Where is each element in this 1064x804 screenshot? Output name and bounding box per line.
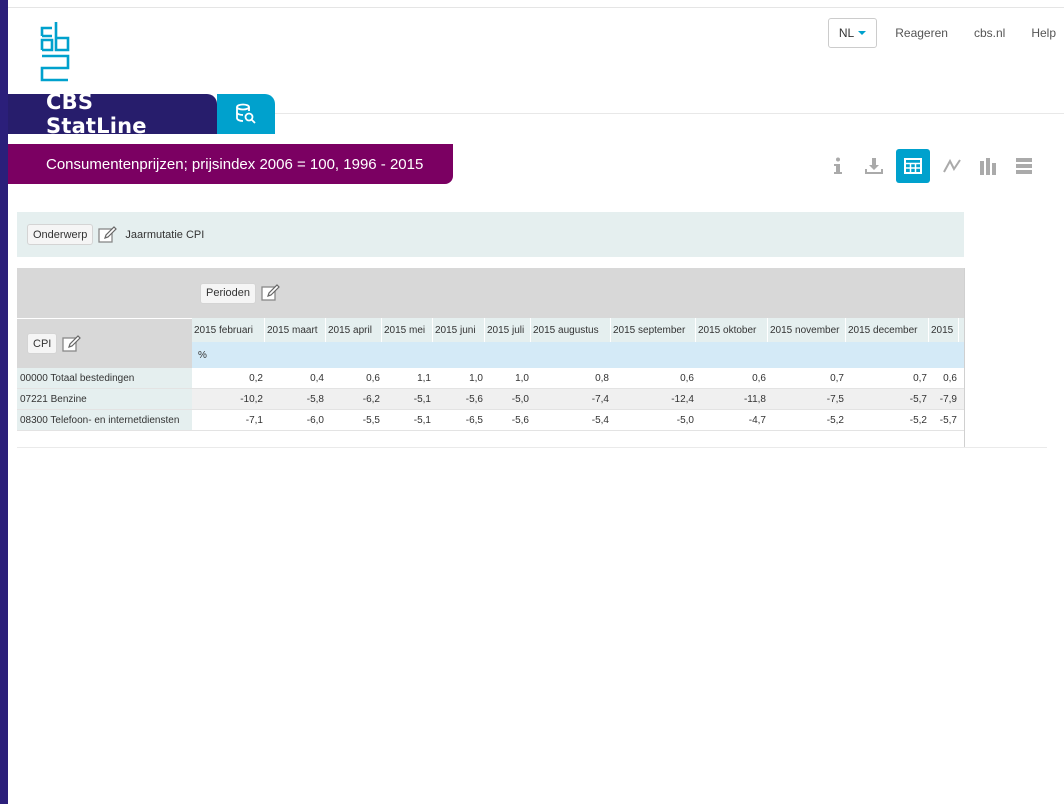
filter-value: Jaarmutatie CPI: [125, 228, 205, 241]
line-chart-icon[interactable]: [934, 148, 970, 184]
language-dropdown[interactable]: NL: [827, 18, 878, 48]
table-cell: 0,4: [265, 368, 326, 388]
column-header: 2015 februari: [192, 318, 265, 342]
table-cell: 0,7: [768, 368, 846, 388]
column-header: 2015: [929, 318, 959, 342]
table-cell: -5,7: [909, 393, 927, 405]
table-cell: 0,6: [929, 368, 959, 388]
row-label: 00000 Totaal bestedingen: [17, 368, 192, 388]
column-headers: 2015 februari 2015 maart 2015 april 2015 me…: [192, 318, 965, 342]
table-cell: 0,6: [696, 368, 768, 388]
row-label: 07221 Benzine: [17, 389, 192, 409]
table-cell: -5,2: [846, 410, 929, 430]
table-cell: -4,7: [696, 410, 768, 430]
horizontal-bar-icon[interactable]: [1006, 148, 1042, 184]
table-cell: 1,0: [433, 368, 485, 388]
cpi-chip[interactable]: CPI: [27, 333, 58, 354]
language-label: NL: [838, 26, 855, 40]
table-cell: -5,8: [306, 393, 324, 405]
column-header: 2015 oktober: [696, 318, 768, 342]
row-label: 08300 Telefoon- en internetdiensten: [17, 410, 192, 430]
table-cell: -7,1: [192, 410, 265, 430]
column-header: 2015 april: [326, 318, 382, 342]
table-title: Consumentenprijzen; prijsindex 2006 = 10…: [8, 144, 453, 184]
download-icon[interactable]: [856, 148, 892, 184]
table-cell: 0,6: [611, 368, 696, 388]
table-cell: 0,2: [192, 368, 265, 388]
table-row: 00000 Totaal bestedingen 0,2 0,4 0,6 1,1 1,0 1…: [17, 368, 965, 389]
table-cell: -5,6: [465, 393, 483, 405]
column-header: 2015 augustus: [531, 318, 611, 342]
table-icon[interactable]: [896, 149, 930, 183]
table-cell: -5,0: [611, 410, 696, 430]
brand-title[interactable]: CBS StatLine: [8, 90, 217, 138]
table-cell: -5,7: [929, 410, 959, 430]
perioden-chip[interactable]: Perioden: [200, 282, 257, 304]
top-divider: [8, 7, 1064, 8]
table-cell: 0,6: [326, 368, 382, 388]
table-right-border: [964, 268, 965, 447]
table-corner: [17, 268, 192, 318]
filter-bar: Onderwerp Jaarmutatie CPI: [17, 212, 964, 257]
edit-icon[interactable]: [261, 284, 281, 302]
table-body: 00000 Totaal bestedingen 0,2 0,4 0,6 1,1 1,0 1…: [17, 368, 965, 431]
table-cell: -7,5: [826, 393, 844, 405]
unit-row: %: [192, 342, 965, 368]
column-header: 2015 november: [768, 318, 846, 342]
table-cell: -5,0: [511, 393, 529, 405]
info-icon[interactable]: [820, 148, 856, 184]
table-cell: -10,2: [240, 393, 263, 405]
table-cell: 1,1: [382, 368, 433, 388]
nav-link-reageren[interactable]: Reageren: [895, 26, 948, 40]
edit-icon[interactable]: [62, 334, 82, 353]
edit-icon[interactable]: [98, 225, 118, 244]
table-cell: -5,1: [413, 393, 431, 405]
table-cell: -5,4: [531, 410, 611, 430]
column-header: 2015 juni: [433, 318, 485, 342]
onderwerp-chip[interactable]: Onderwerp: [27, 224, 94, 245]
table-cell: -6,5: [433, 410, 485, 430]
nav-link-help[interactable]: Help: [1031, 26, 1056, 40]
table-cell: -12,4: [671, 393, 694, 405]
table-cell: 1,0: [485, 368, 531, 388]
content-divider: [17, 447, 1047, 448]
database-search-button[interactable]: [217, 94, 275, 134]
table-cell: -5,2: [768, 410, 846, 430]
table-cell: -5,5: [326, 410, 382, 430]
bar-chart-icon[interactable]: [970, 148, 1006, 184]
periods-header: Perioden: [192, 268, 965, 318]
column-header: 2015 juli: [485, 318, 531, 342]
row-dimension-header: CPI: [17, 318, 192, 368]
left-rail: [0, 0, 8, 804]
table-cell: -6,2: [362, 393, 380, 405]
table-cell: 0,7: [846, 368, 929, 388]
chevron-down-icon: [858, 31, 867, 35]
nav-link-cbs[interactable]: cbs.nl: [974, 26, 1005, 40]
table-cell: -7,9: [939, 393, 957, 405]
view-toolbar: [820, 148, 1042, 184]
table-cell: -6,0: [265, 410, 326, 430]
column-header: 2015 maart: [265, 318, 326, 342]
table-cell: -7,4: [591, 393, 609, 405]
table-cell: -11,8: [743, 393, 766, 405]
column-header: 2015 december: [846, 318, 929, 342]
database-search-icon: [236, 103, 256, 124]
table-cell: 0,8: [531, 368, 611, 388]
table-row: 07221 Benzine -10,2 -5,8 -6,2 -5,1 -5,6 -5,0 -7…: [17, 389, 965, 410]
table-cell: -5,1: [382, 410, 433, 430]
top-nav: NL Reageren cbs.nl Help: [827, 18, 1064, 48]
data-table: Perioden CPI 2015 februari 2015 maart 2015…: [17, 268, 965, 431]
column-header: 2015 september: [611, 318, 696, 342]
column-header: 2015 mei: [382, 318, 433, 342]
cbs-logo[interactable]: [40, 20, 70, 86]
table-row: 08300 Telefoon- en internetdiensten -7,1-…: [17, 410, 965, 431]
table-cell: -5,6: [485, 410, 531, 430]
